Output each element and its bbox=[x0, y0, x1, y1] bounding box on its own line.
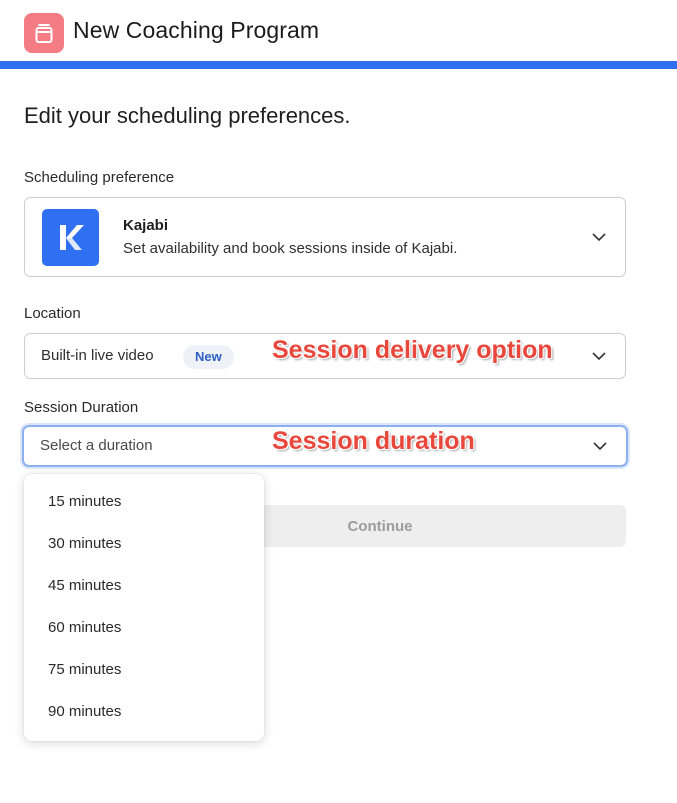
scheduling-option-description: Set availability and book sessions insid… bbox=[123, 240, 458, 257]
duration-dropdown-menu: 15 minutes 30 minutes 45 minutes 60 minu… bbox=[24, 474, 264, 741]
header-accent-bar bbox=[0, 61, 677, 69]
new-badge: New bbox=[183, 345, 234, 369]
location-value: Built-in live video bbox=[41, 347, 154, 364]
program-icon bbox=[24, 13, 64, 53]
duration-option[interactable]: 90 minutes bbox=[24, 690, 264, 732]
duration-option[interactable]: 60 minutes bbox=[24, 606, 264, 648]
scheduling-option-title: Kajabi bbox=[123, 217, 169, 234]
scheduling-label: Scheduling preference bbox=[24, 169, 175, 186]
duration-option[interactable]: 15 minutes bbox=[24, 480, 264, 522]
page: New Coaching Program Edit your schedulin… bbox=[0, 0, 677, 803]
section-heading: Edit your scheduling preferences. bbox=[24, 103, 351, 128]
duration-label: Session Duration bbox=[24, 399, 139, 416]
kajabi-logo-icon bbox=[42, 209, 99, 266]
location-label: Location bbox=[24, 305, 81, 322]
page-title: New Coaching Program bbox=[73, 17, 320, 43]
scheduling-select[interactable]: Kajabi Set availability and book session… bbox=[24, 197, 626, 277]
chevron-down-icon bbox=[593, 442, 607, 451]
location-annotation: Session delivery option bbox=[272, 336, 553, 364]
chevron-down-icon bbox=[592, 233, 606, 242]
duration-placeholder: Select a duration bbox=[40, 437, 153, 454]
duration-annotation: Session duration bbox=[272, 427, 475, 455]
duration-option[interactable]: 75 minutes bbox=[24, 648, 264, 690]
chevron-down-icon bbox=[592, 352, 606, 361]
header: New Coaching Program bbox=[0, 0, 677, 69]
duration-option[interactable]: 30 minutes bbox=[24, 522, 264, 564]
duration-option[interactable]: 45 minutes bbox=[24, 564, 264, 606]
